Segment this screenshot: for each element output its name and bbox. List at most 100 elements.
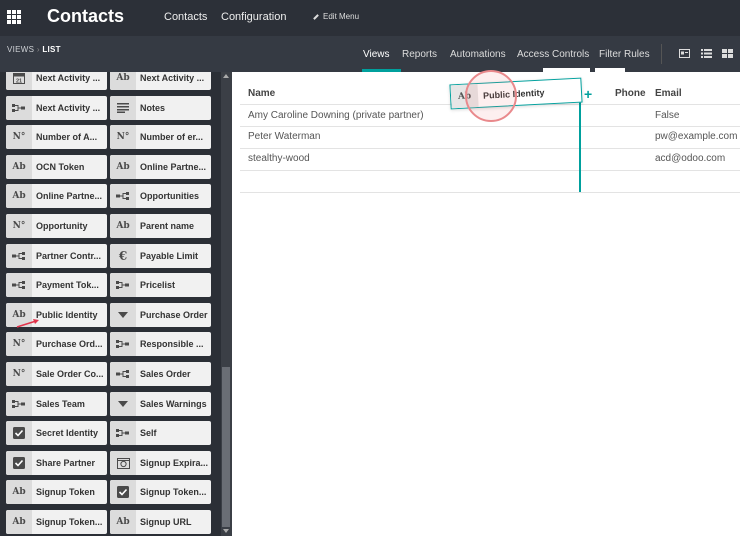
field-item-label: Payable Limit — [140, 251, 199, 261]
field-item-label: Signup Expira... — [140, 458, 209, 468]
menu-contacts[interactable]: Contacts — [164, 11, 207, 23]
tab-access-controls[interactable]: Access Controls — [517, 49, 589, 60]
sidebar-scroll-thumb[interactable] — [222, 367, 230, 527]
field-item[interactable]: Sales Warnings — [110, 392, 211, 416]
field-item[interactable]: N° Number of er... — [110, 125, 211, 149]
field-item-label: Pricelist — [140, 280, 176, 290]
field-item[interactable]: N° Number of A... — [6, 125, 107, 149]
field-item[interactable]: Sales Team — [6, 392, 107, 416]
selection-icon — [110, 303, 136, 327]
table-row-divider — [240, 126, 740, 127]
toolbar-divider — [661, 44, 662, 64]
field-item-label: Number of A... — [36, 132, 98, 142]
checkbox-icon — [6, 451, 32, 475]
field-item[interactable]: N° Sale Order Co... — [6, 362, 107, 386]
scroll-down-arrow-icon[interactable] — [223, 529, 229, 533]
field-item-label: Online Partne... — [36, 191, 103, 201]
field-item[interactable]: Ab Signup Token... — [6, 510, 107, 534]
field-item[interactable]: Responsible ... — [110, 332, 211, 356]
field-item[interactable]: Notes — [110, 96, 211, 120]
field-item-label: Share Partner — [36, 458, 96, 468]
tab-reports[interactable]: Reports — [402, 49, 437, 60]
row-3-name[interactable]: stealthy-wood — [248, 153, 310, 164]
field-item[interactable]: Next Activity ... — [6, 96, 107, 120]
monetary-icon: € — [110, 244, 136, 268]
text-icon: Ab — [110, 155, 136, 179]
field-item[interactable]: N° Purchase Ord... — [6, 332, 107, 356]
column-header-email[interactable]: Email — [655, 88, 682, 99]
app-title[interactable]: Contacts — [47, 6, 124, 27]
tab-filter-rules[interactable]: Filter Rules — [599, 49, 650, 60]
field-item[interactable]: Ab Parent name — [110, 214, 211, 238]
field-item[interactable]: Signup Token... — [110, 480, 211, 504]
field-item-label: Purchase Order — [140, 310, 208, 320]
menu-configuration[interactable]: Configuration — [221, 11, 286, 23]
field-item[interactable]: Ab Online Partne... — [6, 184, 107, 208]
breadcrumb-current: LIST — [42, 45, 61, 54]
field-item[interactable]: Pricelist — [110, 273, 211, 297]
field-item[interactable]: Opportunities — [110, 184, 211, 208]
many2one-icon — [110, 273, 136, 297]
list-view-icon[interactable] — [701, 49, 712, 58]
one2many-icon — [6, 244, 32, 268]
apps-grid-icon[interactable] — [7, 10, 21, 24]
number-icon: N° — [6, 214, 32, 238]
row-1-email[interactable]: False — [655, 110, 679, 121]
field-item[interactable]: Partner Contr... — [6, 244, 107, 268]
field-item[interactable]: € Payable Limit — [110, 244, 211, 268]
row-1-name[interactable]: Amy Caroline Downing (private partner) — [248, 110, 424, 121]
top-navbar: Contacts Contacts Configuration Edit Men… — [0, 0, 740, 36]
add-column-icon[interactable]: + — [584, 86, 592, 102]
text-icon: Ab — [6, 155, 32, 179]
tab-automations[interactable]: Automations — [450, 49, 506, 60]
field-item-label: Parent name — [140, 221, 195, 231]
field-item-label: Number of er... — [140, 132, 204, 142]
table-row-divider — [240, 192, 740, 193]
field-item[interactable]: Signup Expira... — [110, 451, 211, 475]
field-item[interactable]: 21 Next Activity ... — [6, 72, 107, 90]
field-item[interactable]: Ab Next Activity ... — [110, 72, 211, 90]
field-item[interactable]: N° Opportunity — [6, 214, 107, 238]
edit-menu-button[interactable]: Edit Menu — [313, 12, 359, 21]
field-item-label: Sales Team — [36, 399, 85, 409]
html-icon — [110, 96, 136, 120]
many2one-icon — [110, 332, 136, 356]
contact-card-icon[interactable] — [679, 49, 690, 58]
field-item[interactable]: Secret Identity — [6, 421, 107, 445]
kanban-view-icon[interactable] — [722, 49, 733, 58]
row-2-email[interactable]: pw@example.com — [655, 131, 737, 142]
text-icon: Ab — [110, 510, 136, 534]
column-header-phone[interactable]: Phone — [615, 88, 646, 99]
field-item-label: Signup Token... — [140, 487, 207, 497]
tab-highlight-strip — [543, 68, 590, 72]
text-icon: Ab — [110, 214, 136, 238]
field-item-label: Next Activity ... — [36, 103, 101, 113]
field-item[interactable]: Purchase Order — [110, 303, 211, 327]
field-item[interactable]: Ab Signup Token — [6, 480, 107, 504]
breadcrumb-root[interactable]: VIEWS — [7, 45, 34, 54]
field-item[interactable]: Ab Signup URL — [110, 510, 211, 534]
field-item-label: Responsible ... — [140, 339, 204, 349]
field-sidebar: 21 Next Activity ... Ab Next Activity ... Ne… — [0, 72, 232, 536]
column-header-name[interactable]: Name — [248, 88, 275, 99]
cursor-highlight — [465, 70, 517, 122]
field-item[interactable]: Ab Online Partne... — [110, 155, 211, 179]
field-item-label: Sales Warnings — [140, 399, 207, 409]
scroll-up-arrow-icon[interactable] — [223, 74, 229, 78]
field-item[interactable]: Payment Tok... — [6, 273, 107, 297]
row-2-name[interactable]: Peter Waterman — [248, 131, 320, 142]
field-item-label: Self — [140, 428, 157, 438]
number-icon: N° — [6, 362, 32, 386]
many2one-icon — [6, 96, 32, 120]
field-item[interactable]: Self — [110, 421, 211, 445]
annotation-arrow-icon — [16, 319, 39, 328]
field-item[interactable]: Ab OCN Token — [6, 155, 107, 179]
field-item-label: Sales Order — [140, 369, 191, 379]
field-item[interactable]: Sales Order — [110, 362, 211, 386]
edit-menu-label: Edit Menu — [323, 12, 360, 21]
table-row-divider — [240, 148, 740, 149]
row-3-email[interactable]: acd@odoo.com — [655, 153, 725, 164]
tab-views[interactable]: Views — [363, 49, 390, 60]
one2many-icon — [110, 362, 136, 386]
field-item[interactable]: Share Partner — [6, 451, 107, 475]
